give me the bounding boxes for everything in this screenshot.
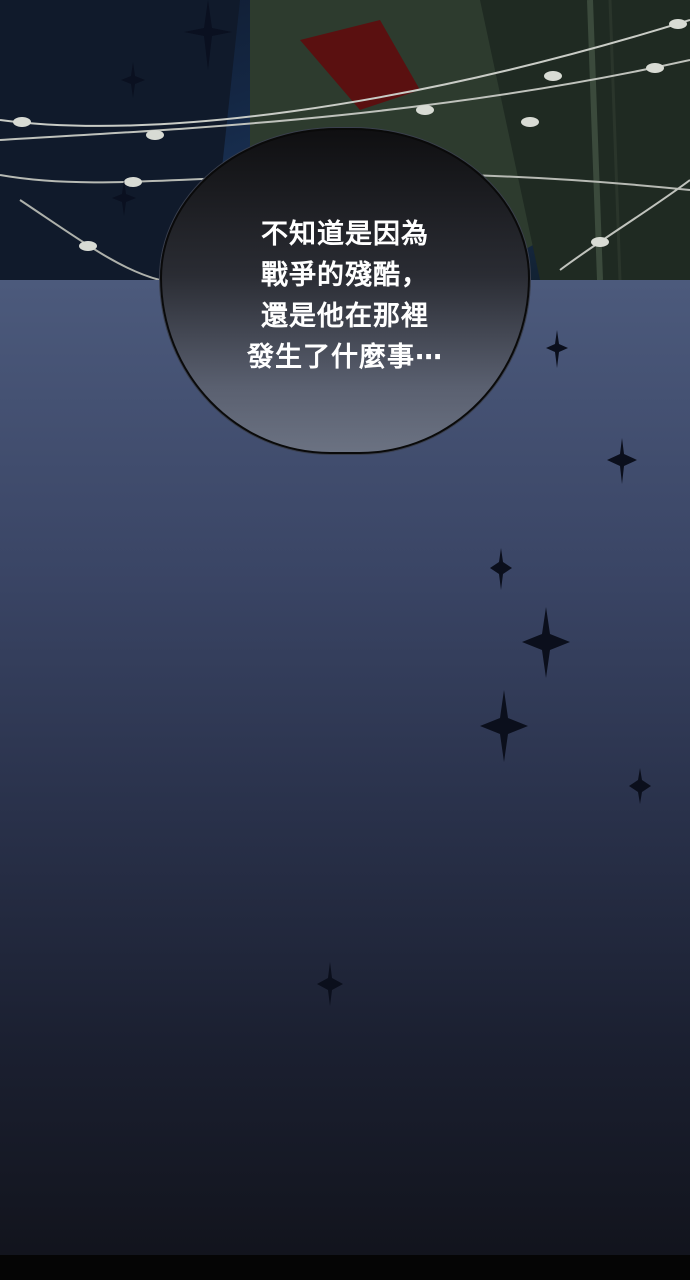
sparkle-star: [629, 768, 651, 804]
sparkle-star: [490, 548, 512, 590]
speech-line-1: 不知道是因為: [261, 219, 429, 250]
sparkle-star: [317, 962, 343, 1006]
speech-line-2: 戰爭的殘酷，: [261, 260, 429, 291]
speech-bubble: 不知道是因為 戰爭的殘酷， 還是他在那裡 發生了什麼事⋯: [160, 128, 530, 454]
speech-line-4: 發生了什麼事⋯: [247, 342, 443, 373]
sparkle-star: [480, 690, 528, 762]
sparkle-star: [546, 330, 568, 368]
sparkle-star: [607, 438, 637, 484]
speech-bubble-text: 不知道是因為 戰爭的殘酷， 還是他在那裡 發生了什麼事⋯: [162, 214, 528, 378]
speech-line-3: 還是他在那裡: [261, 301, 429, 332]
sparkle-star: [522, 607, 570, 678]
bottom-black-strip: [0, 1255, 690, 1280]
